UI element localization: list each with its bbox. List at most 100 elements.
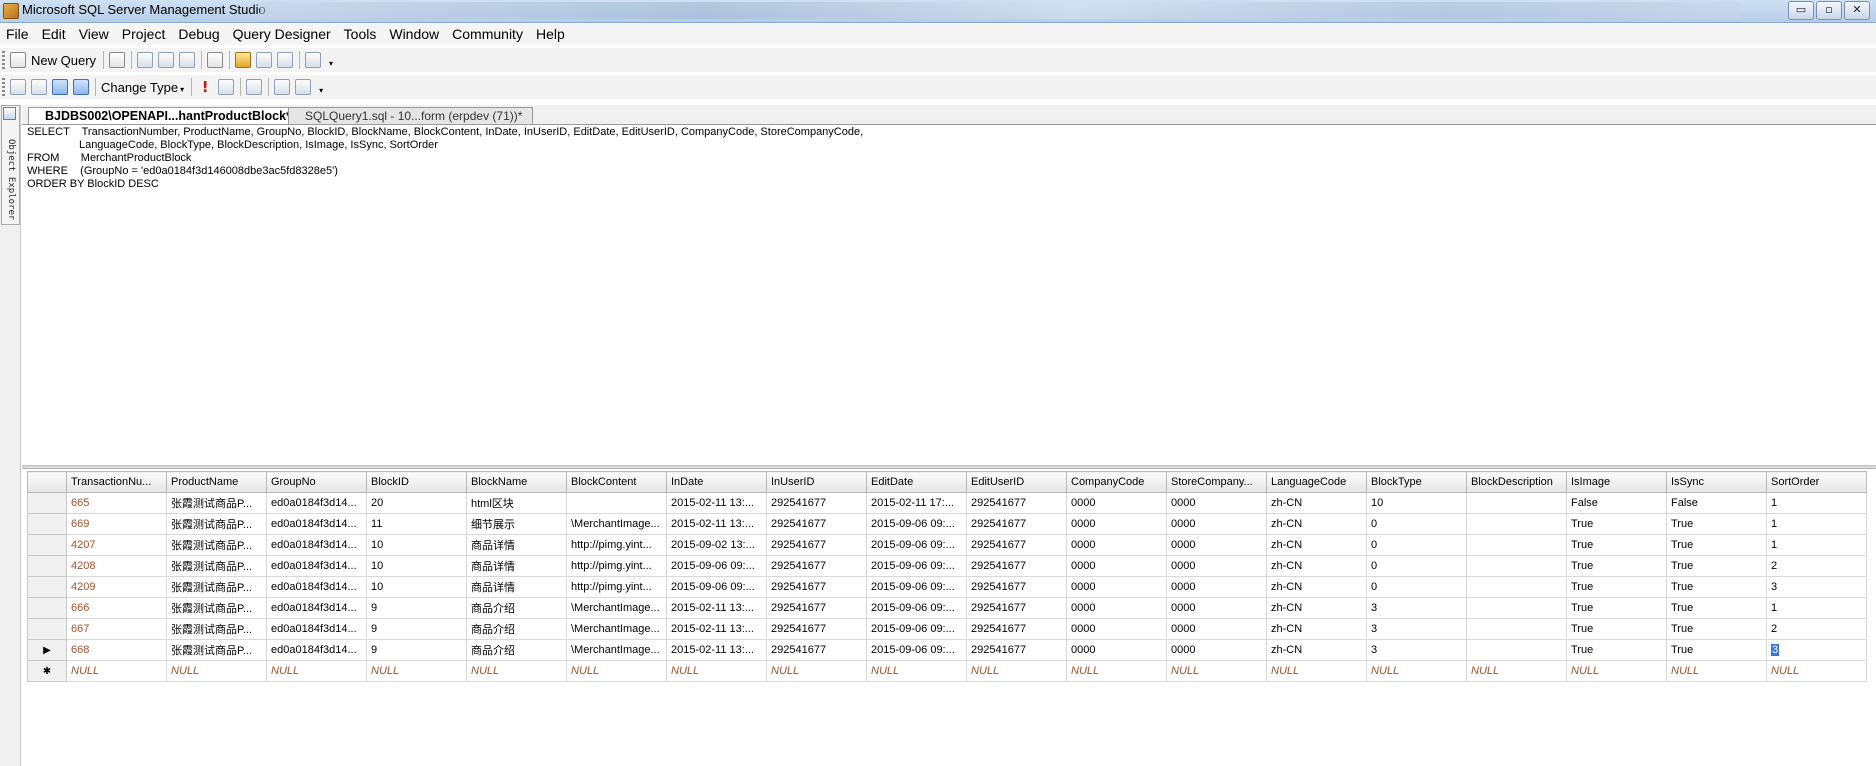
tab-sqlquery1[interactable]: SQLQuery1.sql - 10...form (erpdev (71))*: [288, 107, 534, 124]
grid-cell[interactable]: 0000: [1066, 639, 1167, 661]
grid-cell[interactable]: zh-CN: [1266, 555, 1367, 577]
grid-cell[interactable]: 292541677: [766, 492, 867, 514]
row-selector[interactable]: ▶: [27, 639, 67, 661]
grid-cell[interactable]: NULL: [1266, 660, 1367, 682]
grid-cell[interactable]: 9: [366, 639, 467, 661]
new-query-button[interactable]: New Query: [31, 53, 96, 68]
grid-cell[interactable]: True: [1566, 513, 1667, 535]
grid-cell[interactable]: 3: [1366, 618, 1467, 640]
grid-cell[interactable]: 292541677: [766, 597, 867, 619]
grid-cell[interactable]: NULL: [1366, 660, 1467, 682]
col-header-inuserid[interactable]: InUserID: [766, 471, 867, 493]
grid-cell[interactable]: 2015-09-06 09:...: [866, 618, 967, 640]
grid-cell[interactable]: NULL: [66, 660, 167, 682]
row-selector[interactable]: [27, 597, 67, 619]
col-header-companycode[interactable]: CompanyCode: [1066, 471, 1167, 493]
menu-debug[interactable]: Debug: [172, 23, 226, 43]
close-button[interactable]: ✕: [1844, 1, 1870, 20]
show-sql-pane-icon[interactable]: [52, 79, 68, 95]
table-row[interactable]: 666 张霞测试商品P... ed0a0184f3d14... 9 商品介绍 \Merch…: [27, 597, 1867, 619]
grid-cell[interactable]: ed0a0184f3d14...: [266, 618, 367, 640]
grid-cell[interactable]: 292541677: [966, 639, 1067, 661]
execute-sql-icon[interactable]: !: [197, 79, 213, 95]
grid-cell[interactable]: True: [1666, 597, 1767, 619]
col-header-edituserid[interactable]: EditUserID: [966, 471, 1067, 493]
grid-cell[interactable]: 0: [1366, 555, 1467, 577]
grid-cell[interactable]: True: [1566, 555, 1667, 577]
grid-cell[interactable]: True: [1666, 576, 1767, 598]
add-derived-table-icon[interactable]: [295, 79, 312, 95]
grid-cell[interactable]: 3: [1766, 639, 1867, 661]
row-selector[interactable]: [27, 492, 67, 514]
save-icon[interactable]: [256, 52, 273, 68]
grid-cell[interactable]: True: [1566, 576, 1667, 598]
grid-cell[interactable]: 0000: [1066, 618, 1167, 640]
grid-cell[interactable]: zh-CN: [1266, 513, 1367, 535]
grid-cell[interactable]: 292541677: [966, 576, 1067, 598]
col-header-editdate[interactable]: EditDate: [866, 471, 967, 493]
grid-cell[interactable]: 10: [1366, 492, 1467, 514]
grid-cell[interactable]: 0: [1366, 513, 1467, 535]
menu-community[interactable]: Community: [446, 23, 530, 43]
grid-cell[interactable]: 1: [1766, 492, 1867, 514]
grid-cell[interactable]: 292541677: [766, 555, 867, 577]
grid-cell[interactable]: NULL: [466, 660, 567, 682]
grid-cell[interactable]: ed0a0184f3d14...: [266, 639, 367, 661]
grid-cell[interactable]: 1: [1766, 597, 1867, 619]
table-row[interactable]: 665 张霞测试商品P... ed0a0184f3d14... 20 html区块 201…: [27, 492, 1867, 514]
grid-cell[interactable]: 20: [366, 492, 467, 514]
grid-cell[interactable]: 1: [1766, 513, 1867, 535]
grid-cell[interactable]: 668: [66, 639, 167, 661]
grid-cell[interactable]: [1466, 618, 1567, 640]
grid-cell[interactable]: 张霞测试商品P...: [166, 576, 267, 598]
group-by-icon[interactable]: [246, 79, 263, 95]
grid-cell[interactable]: [566, 492, 667, 514]
toolbar-grip[interactable]: [2, 78, 5, 96]
tab-merchant-product-block[interactable]: BJDBS002\OPENAPI...hantProductBlock*: [28, 107, 302, 124]
grid-cell[interactable]: zh-CN: [1266, 618, 1367, 640]
grid-cell[interactable]: NULL: [866, 660, 967, 682]
add-table-icon[interactable]: [274, 79, 291, 95]
menu-query-designer[interactable]: Query Designer: [227, 23, 338, 43]
mdx-query-icon[interactable]: [179, 52, 196, 68]
grid-cell[interactable]: 0000: [1166, 597, 1267, 619]
col-header-blockdescription[interactable]: BlockDescription: [1466, 471, 1567, 493]
grid-cell[interactable]: 商品介绍: [466, 597, 567, 619]
grid-cell[interactable]: 0000: [1166, 513, 1267, 535]
grid-cell[interactable]: 0000: [1066, 597, 1167, 619]
grid-cell[interactable]: 0: [1366, 576, 1467, 598]
col-header-issync[interactable]: IsSync: [1666, 471, 1767, 493]
grid-cell[interactable]: 0000: [1166, 534, 1267, 556]
grid-cell[interactable]: False: [1566, 492, 1667, 514]
show-criteria-pane-icon[interactable]: [31, 79, 47, 95]
grid-cell[interactable]: ed0a0184f3d14...: [266, 492, 367, 514]
maximize-button[interactable]: ▫: [1816, 1, 1842, 20]
grid-cell[interactable]: \MerchantImage...: [566, 639, 667, 661]
col-header-storecompanycode[interactable]: StoreCompany...: [1166, 471, 1267, 493]
col-header-blocktype[interactable]: BlockType: [1366, 471, 1467, 493]
sql-pane[interactable]: SELECT TransactionNumber, ProductName, G…: [27, 126, 1867, 461]
grid-cell[interactable]: 商品介绍: [466, 618, 567, 640]
grid-cell[interactable]: 2015-09-06 09:...: [866, 555, 967, 577]
grid-cell[interactable]: 3: [1766, 576, 1867, 598]
grid-cell[interactable]: 0000: [1066, 513, 1167, 535]
grid-cell[interactable]: 2: [1766, 555, 1867, 577]
toolbar-overflow-icon[interactable]: ▾: [316, 78, 326, 96]
table-row[interactable]: ▶ 668 张霞测试商品P... ed0a0184f3d14... 9 商品介绍 \Merc…: [27, 639, 1867, 661]
grid-cell[interactable]: zh-CN: [1266, 492, 1367, 514]
grid-cell[interactable]: [1466, 555, 1567, 577]
grid-cell[interactable]: 667: [66, 618, 167, 640]
grid-cell[interactable]: 0000: [1066, 534, 1167, 556]
grid-cell[interactable]: NULL: [766, 660, 867, 682]
grid-cell[interactable]: 3: [1366, 597, 1467, 619]
grid-cell[interactable]: 1: [1766, 534, 1867, 556]
col-header-sortorder[interactable]: SortOrder: [1766, 471, 1867, 493]
minimize-button[interactable]: ▭: [1788, 1, 1814, 20]
grid-cell[interactable]: html区块: [466, 492, 567, 514]
grid-cell[interactable]: NULL: [566, 660, 667, 682]
grid-cell[interactable]: 0000: [1166, 492, 1267, 514]
grid-cell[interactable]: [1466, 492, 1567, 514]
grid-cell[interactable]: ed0a0184f3d14...: [266, 513, 367, 535]
row-selector[interactable]: [27, 618, 67, 640]
menu-tools[interactable]: Tools: [338, 23, 384, 43]
